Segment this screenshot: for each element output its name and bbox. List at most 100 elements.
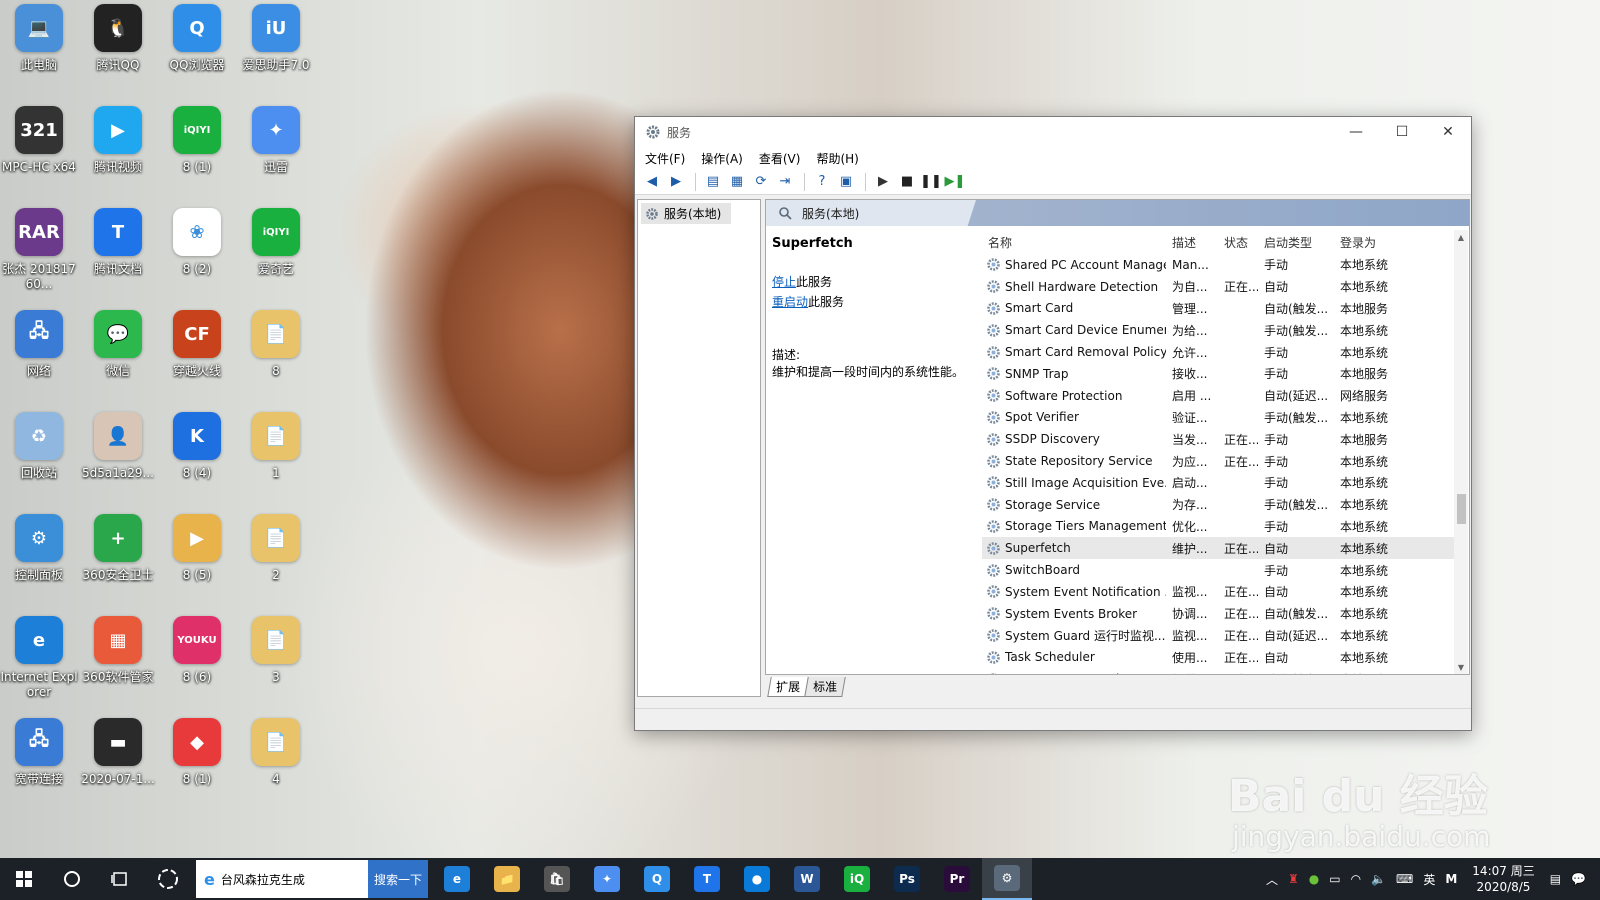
desktop-icon[interactable]: iQIYI 8 (1) <box>158 106 236 194</box>
column-header-name[interactable]: 名称 <box>982 234 1166 251</box>
taskbar-app-store[interactable]: 🛍 <box>532 858 582 900</box>
clock[interactable]: 14:07 周三 2020/8/5 <box>1472 863 1534 895</box>
desktop-icon[interactable]: 👤 5d5a1a29... <box>79 412 157 500</box>
service-row[interactable]: Spot Verifier 验证... 手动(触发... 本地系统 <box>982 407 1458 429</box>
desktop-icon[interactable]: ❀ 8 (2) <box>158 208 236 296</box>
desktop-icon[interactable]: ✦ 迅雷 <box>237 106 315 194</box>
service-row[interactable]: State Repository Service 为应... 正在... 手动 本地系统 <box>982 450 1458 472</box>
desktop-icon[interactable]: ▦ 360软件管家 <box>79 616 157 704</box>
service-row[interactable]: Task Scheduler 使用... 正在... 自动 本地系统 <box>982 646 1458 668</box>
desktop-icon[interactable]: ▶ 腾讯视频 <box>79 106 157 194</box>
desktop-icon[interactable]: T 腾讯文档 <box>79 208 157 296</box>
column-header-status[interactable]: 状态 <box>1218 234 1258 251</box>
view-icon[interactable]: ▣ <box>835 171 857 193</box>
desktop-icon[interactable]: CF 穿越火线 <box>158 310 236 398</box>
desktop-icon[interactable]: 🐧 腾讯QQ <box>79 4 157 92</box>
desktop-icon[interactable]: 💻 此电脑 <box>0 4 78 92</box>
service-row[interactable]: Superfetch 维护... 正在... 自动 本地系统 <box>982 537 1458 560</box>
keyboard-icon[interactable]: ⌨ <box>1396 872 1413 886</box>
help-icon[interactable]: ? <box>811 171 833 193</box>
show-hide-console-tree-icon[interactable]: ▤ <box>702 171 724 193</box>
menu-file[interactable]: 文件(F) <box>645 150 685 167</box>
stop-service-icon[interactable]: ■ <box>896 171 918 193</box>
task-view-button[interactable] <box>96 858 144 900</box>
desktop-icon[interactable]: ◆ 8 (1) <box>158 718 236 806</box>
vertical-scrollbar[interactable]: ▲ ▼ <box>1454 230 1468 674</box>
refresh-icon[interactable]: ⟳ <box>750 171 772 193</box>
volume-icon[interactable]: 🔈 <box>1371 872 1386 886</box>
taskbar-app-edge[interactable]: e <box>432 858 482 900</box>
desktop-icon[interactable]: 📄 4 <box>237 718 315 806</box>
desktop-icon[interactable]: 321 MPC-HC x64 <box>0 106 78 194</box>
desktop-icon[interactable]: e Internet Explorer <box>0 616 78 704</box>
taskbar-app-file-explorer[interactable]: 📁 <box>482 858 532 900</box>
menu-view[interactable]: 查看(V) <box>759 150 801 167</box>
desktop-icon[interactable]: 🖧 宽带连接 <box>0 718 78 806</box>
scroll-down-icon[interactable]: ▼ <box>1454 660 1468 674</box>
taskbar-app-photoshop[interactable]: Ps <box>882 858 932 900</box>
tree-item-services-local[interactable]: 服务(本地) <box>641 203 731 224</box>
service-row[interactable]: Storage Service 为存... 手动(触发... 本地系统 <box>982 494 1458 516</box>
desktop-icon[interactable]: ▬ 2020-07-1... <box>79 718 157 806</box>
service-row[interactable]: Shell Hardware Detection 为自... 正在... 自动 本地系统 <box>982 276 1458 298</box>
service-row[interactable]: System Event Notification ... 监视... 正在... 自… <box>982 581 1458 603</box>
ime-mode-indicator[interactable]: M <box>1445 872 1457 886</box>
service-row[interactable]: Storage Tiers Management 优化... 手动 本地系统 <box>982 516 1458 538</box>
desktop-icon[interactable]: Q QQ浏览器 <box>158 4 236 92</box>
column-header-log-on-as[interactable]: 登录为 <box>1334 234 1410 251</box>
desktop-icon[interactable]: iQIYI 爱奇艺 <box>237 208 315 296</box>
desktop-icon[interactable]: ♻ 回收站 <box>0 412 78 500</box>
service-row[interactable]: Smart Card 管理... 自动(触发... 本地服务 <box>982 298 1458 320</box>
pause-service-icon[interactable]: ❚❚ <box>920 171 942 193</box>
notes-icon[interactable]: ▤ <box>1550 872 1561 886</box>
taskbar-search-input[interactable]: e 台风森拉克生成 <box>196 860 368 898</box>
close-button[interactable]: ✕ <box>1425 117 1471 147</box>
taskbar-app-word[interactable]: W <box>782 858 832 900</box>
chevron-up-icon[interactable]: ︿ <box>1266 871 1278 888</box>
back-arrow-icon[interactable]: ◀ <box>641 171 663 193</box>
cortana-button[interactable] <box>48 858 96 900</box>
stop-service-link[interactable]: 停止 <box>772 275 796 289</box>
desktop-icon[interactable]: 📄 1 <box>237 412 315 500</box>
wifi-icon[interactable]: ◠ <box>1351 872 1361 886</box>
title-bar[interactable]: 服务 — ☐ ✕ <box>635 117 1471 147</box>
notification-center-icon[interactable]: 💬 <box>1571 872 1586 886</box>
pinwheel-app-button[interactable] <box>144 858 192 900</box>
service-row[interactable]: System Events Broker 协调... 正在... 自动(触发... 本地… <box>982 603 1458 625</box>
desktop-icon[interactable]: ⚙ 控制面板 <box>0 514 78 602</box>
taskbar-app-tencent-docs[interactable]: T <box>682 858 732 900</box>
taskbar-app-services[interactable]: ⚙ <box>982 858 1032 900</box>
desktop-icon[interactable]: 📄 3 <box>237 616 315 704</box>
start-service-icon[interactable]: ▶ <box>872 171 894 193</box>
taskbar-app-premiere[interactable]: Pr <box>932 858 982 900</box>
desktop-icon[interactable]: ▶ 8 (5) <box>158 514 236 602</box>
taskbar-app-iqiyi[interactable]: iQ <box>832 858 882 900</box>
service-row[interactable]: Still Image Acquisition Eve... 启动... 手动 本地系… <box>982 472 1458 494</box>
column-header-startup-type[interactable]: 启动类型 <box>1258 234 1334 251</box>
security-tray-icon[interactable]: ● <box>1309 872 1319 886</box>
ime-language-indicator[interactable]: 英 <box>1423 871 1435 888</box>
service-row[interactable]: SwitchBoard 手动 本地系统 <box>982 559 1458 581</box>
restart-service-link[interactable]: 重启动 <box>772 295 808 309</box>
taskbar-app-qq-browser[interactable]: Q <box>632 858 682 900</box>
service-row[interactable]: SSDP Discovery 当发... 正在... 手动 本地服务 <box>982 428 1458 450</box>
properties-icon[interactable]: ▦ <box>726 171 748 193</box>
restart-service-icon[interactable]: ▶❚ <box>944 171 966 193</box>
minimize-button[interactable]: — <box>1333 117 1379 147</box>
desktop-icon[interactable]: 💬 微信 <box>79 310 157 398</box>
tab-extended[interactable]: 扩展 <box>767 677 809 697</box>
service-row[interactable]: TCP/IP NetBIOS Helper 提供...正在...手动(触发...本… <box>982 668 1458 674</box>
service-row[interactable]: Shared PC Account Manager Man... 手动 本地系统 <box>982 254 1458 276</box>
service-row[interactable]: Smart Card Device Enumer... 为给... 手动(触发...… <box>982 319 1458 341</box>
service-row[interactable]: SNMP Trap 接收... 手动 本地服务 <box>982 363 1458 385</box>
desktop-icon[interactable]: +360安全卫士 <box>79 514 157 602</box>
antivirus-tray-icon[interactable]: ♜ <box>1288 872 1299 886</box>
search-button[interactable]: 搜索一下 <box>368 860 428 898</box>
export-list-icon[interactable]: ⇥ <box>774 171 796 193</box>
desktop-icon[interactable]: 📄 8 <box>237 310 315 398</box>
menu-help[interactable]: 帮助(H) <box>816 150 858 167</box>
desktop-icon[interactable]: 🖧 网络 <box>0 310 78 398</box>
maximize-button[interactable]: ☐ <box>1379 117 1425 147</box>
battery-icon[interactable]: ▭ <box>1329 872 1340 886</box>
desktop-icon[interactable]: iU 爱思助手7.0 <box>237 4 315 92</box>
